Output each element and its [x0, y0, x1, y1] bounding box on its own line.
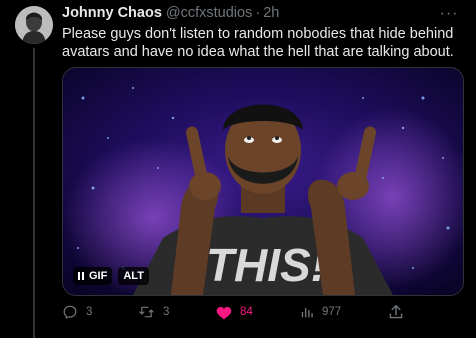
retweet-icon [139, 306, 154, 318]
reply-count: 3 [86, 306, 93, 318]
reply-icon [63, 305, 77, 320]
tweet-actions: 3 3 84 977 [62, 302, 412, 322]
thread-line [33, 48, 35, 338]
views-button[interactable]: 977 [300, 302, 341, 322]
like-button[interactable]: 84 [216, 302, 253, 322]
more-dots-icon: ··· [439, 5, 459, 22]
author-name[interactable]: Johnny Chaos [62, 5, 162, 21]
views-count: 977 [322, 306, 342, 318]
author-handle[interactable]: @ccfxstudios [166, 5, 252, 21]
media-controls: GIF ALT [73, 267, 149, 285]
tweet-text: Please guys don't listen to random nobod… [62, 26, 454, 60]
tweet-media-gif[interactable]: THIS! GIF ALT [62, 67, 464, 296]
separator-dot: · [255, 5, 261, 21]
timestamp[interactable]: 2h [263, 5, 279, 21]
share-button[interactable] [386, 302, 406, 322]
alt-text-button[interactable]: ALT [118, 267, 149, 285]
pause-icon [78, 272, 84, 280]
gif-overlay-text: THIS! [206, 239, 326, 291]
tweet-header: Johnny Chaos @ccfxstudios · 2h [62, 5, 279, 25]
gif-label: GIF [89, 270, 108, 282]
views-icon [301, 307, 313, 318]
tweet[interactable]: Johnny Chaos @ccfxstudios · 2h ··· Pleas… [0, 0, 476, 338]
share-icon [389, 305, 403, 319]
like-count: 84 [240, 306, 253, 318]
avatar-image [15, 6, 53, 44]
heart-icon [216, 306, 232, 319]
retweet-button[interactable]: 3 [138, 302, 169, 322]
gif-pause-button[interactable]: GIF [73, 267, 113, 285]
retweet-count: 3 [163, 306, 170, 318]
gif-frame: THIS! [63, 68, 463, 295]
avatar[interactable] [15, 6, 53, 44]
alt-label: ALT [123, 270, 144, 282]
more-options-button[interactable]: ··· [434, 2, 464, 26]
reply-button[interactable]: 3 [62, 302, 92, 322]
